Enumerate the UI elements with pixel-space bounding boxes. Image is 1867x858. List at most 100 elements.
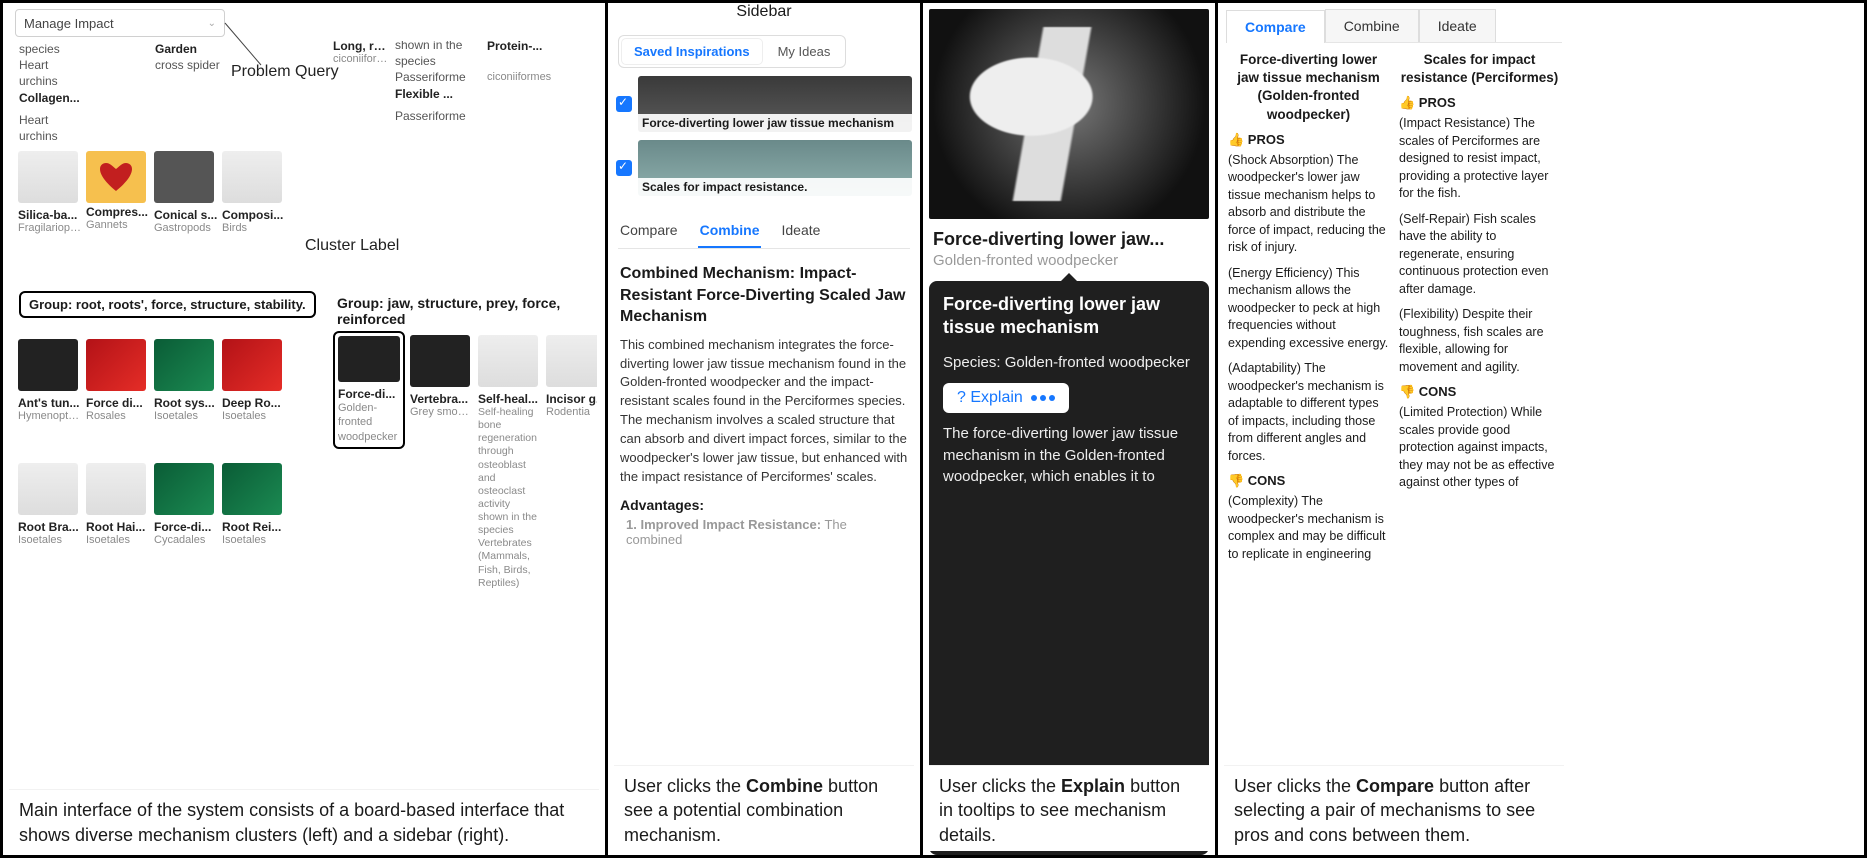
thumb-icon <box>18 339 78 391</box>
tooltip-title: Force-diverting lower jaw tissue mechani… <box>943 293 1195 340</box>
card[interactable]: Compres...Gannets <box>86 151 150 234</box>
thumb-icon <box>154 463 214 515</box>
group-chip-1[interactable]: Group: root, roots', force, structure, s… <box>19 291 316 318</box>
tab-saved-inspirations[interactable]: Saved Inspirations <box>622 39 762 64</box>
cons-heading-left: 👎 CONS <box>1228 473 1389 489</box>
card-label: Root Bra... <box>18 520 82 534</box>
card[interactable]: Root Bra...Isoetales <box>18 463 82 546</box>
card[interactable]: Root Hai...Isoetales <box>86 463 150 546</box>
card[interactable]: Force di...Rosales <box>86 339 150 422</box>
tab-my-ideas[interactable]: My Ideas <box>766 39 843 64</box>
inspiration-thumb-1: Force-diverting lower jaw tissue mechani… <box>638 76 912 132</box>
compare-columns: Force-diverting lower jaw tissue mechani… <box>1218 43 1570 855</box>
card[interactable]: Composi...Birds <box>222 151 286 234</box>
problem-query-dropdown[interactable]: Manage Impact ⌄ <box>15 9 225 37</box>
advantages-heading: Advantages: <box>620 497 908 513</box>
card-sublabel: Isoetales <box>222 410 286 422</box>
card-label: Deep Ro... <box>222 396 286 410</box>
skull-thumb-icon <box>338 336 400 382</box>
top-right-block: Long, rei...ciconiiformes shown in the s… <box>333 41 597 124</box>
thumb-icon <box>410 335 470 387</box>
mechanism-species: Golden-fronted woodpecker <box>933 252 1205 269</box>
card[interactable]: Conical s...Gastropods <box>154 151 218 234</box>
checkbox-icon[interactable] <box>616 160 632 176</box>
chevron-down-icon: ⌄ <box>208 18 216 29</box>
thumb-icon <box>154 339 214 391</box>
checkbox-icon[interactable] <box>616 96 632 112</box>
card-sublabel: Isoetales <box>86 534 150 546</box>
heart-icon <box>100 163 132 191</box>
caption-panel-a: Main interface of the system consists of… <box>9 789 599 851</box>
card[interactable]: Ant's tun...Hymenoptera <box>18 339 82 422</box>
card-sublabel: Hymenoptera <box>18 410 82 422</box>
card[interactable]: Incisor g...Rodentia <box>546 335 597 590</box>
figure-root: Manage Impact ⌄ Problem Query Cluster La… <box>0 0 1867 858</box>
panel-explain: Force-diverting lower jaw... Golden-fron… <box>923 3 1218 855</box>
thumb-icon <box>222 463 282 515</box>
card[interactable]: Deep Ro...Isoetales <box>222 339 286 422</box>
query-label: Manage Impact <box>24 16 114 31</box>
mechanism-title: Force-diverting lower jaw... <box>933 229 1205 250</box>
subtab-ideate[interactable]: Ideate <box>779 216 822 248</box>
cons-heading-right: 👎 CONS <box>1399 384 1560 400</box>
card[interactable]: Force-di...Cycadales <box>154 463 218 546</box>
card-label: Root Hai... <box>86 520 150 534</box>
card-sublabel: Rosales <box>86 410 150 422</box>
card-sublabel: Gannets <box>86 219 150 231</box>
card-label: Ant's tun... <box>18 396 82 410</box>
card-sublabel: Rodentia <box>546 406 597 418</box>
card-sublabel: Self-healing bone regeneration through o… <box>478 406 542 590</box>
card[interactable]: Silica-ba...Fragilariopsis kerguelensis <box>18 151 82 234</box>
caption-panel-b: User clicks the Combine button see a pot… <box>614 765 914 851</box>
compare-tab-compare[interactable]: Compare <box>1226 10 1325 43</box>
thumb-icon <box>154 151 214 203</box>
inspiration-item-1[interactable]: Force-diverting lower jaw tissue mechani… <box>616 76 912 132</box>
thumb-icon <box>222 339 282 391</box>
thumb-icon <box>18 463 78 515</box>
combined-mechanism-title: Combined Mechanism: Impact-Resistant For… <box>620 263 908 328</box>
panel-main-board: Manage Impact ⌄ Problem Query Cluster La… <box>3 3 608 855</box>
card-sublabel: Isoetales <box>154 410 218 422</box>
card[interactable]: Root sys...Isoetales <box>154 339 218 422</box>
card-label: Force di... <box>86 396 150 410</box>
card[interactable]: Self-heal...Self-healing bone regenerati… <box>478 335 542 590</box>
action-tabs: Compare Combine Ideate <box>618 216 910 249</box>
card-sublabel: Cycadales <box>154 534 218 546</box>
thumb-icon <box>86 463 146 515</box>
card-label: Silica-ba... <box>18 208 82 222</box>
card-sublabel: Isoetales <box>222 534 286 546</box>
compare-tab-combine[interactable]: Combine <box>1325 9 1419 42</box>
sidebar-top-tabs: Saved Inspirations My Ideas <box>618 35 846 68</box>
card-label: Force-di... <box>154 520 218 534</box>
subtab-compare[interactable]: Compare <box>618 216 680 248</box>
inspiration-thumb-2: Scales for impact resistance. <box>638 140 912 196</box>
card-label: Root sys... <box>154 396 218 410</box>
inspiration-item-2[interactable]: Scales for impact resistance. <box>616 140 912 196</box>
card-sublabel: Grey smooth-hound shark <box>410 406 474 418</box>
caption-panel-c: User clicks the Explain button in toolti… <box>929 765 1209 851</box>
cluster-1-row-b: Root Bra...IsoetalesRoot Hai...Isoetales… <box>17 461 287 548</box>
panel-sidebar-combine: Sidebar Saved Inspirations My Ideas Forc… <box>608 3 923 855</box>
compare-tab-ideate[interactable]: Ideate <box>1419 9 1496 42</box>
highlighted-card[interactable]: Force-di... Golden-fronted woodpecker <box>333 331 405 449</box>
tag-block-2: Gardencross spider <box>155 41 255 73</box>
advantage-item-1: 1. Improved Impact Resistance: The combi… <box>626 517 902 547</box>
explain-button[interactable]: ? Explain <box>943 383 1069 413</box>
card-label: Conical s... <box>154 208 218 222</box>
compare-tabs: Compare Combine Ideate <box>1226 9 1562 43</box>
card[interactable]: Vertebra...Grey smooth-hound shark <box>410 335 474 590</box>
caption-panel-d: User clicks the Compare button after sel… <box>1224 765 1564 851</box>
subtab-combine[interactable]: Combine <box>698 216 762 248</box>
thumb-icon <box>86 339 146 391</box>
card-label: Incisor g... <box>546 392 597 406</box>
thumb-icon <box>546 335 597 387</box>
card-label: Self-heal... <box>478 392 542 406</box>
thumb-icon <box>86 151 146 203</box>
pros-heading-left: 👍 PROS <box>1228 132 1389 148</box>
card-sublabel: Fragilariopsis kerguelensis <box>18 222 82 234</box>
card-row-1: Silica-ba...Fragilariopsis kerguelensisC… <box>17 149 287 236</box>
annotation-sidebar: Sidebar <box>736 3 791 21</box>
compare-col-left: Force-diverting lower jaw tissue mechani… <box>1228 51 1389 855</box>
card-sublabel: Isoetales <box>18 534 82 546</box>
card[interactable]: Root Rei...Isoetales <box>222 463 286 546</box>
